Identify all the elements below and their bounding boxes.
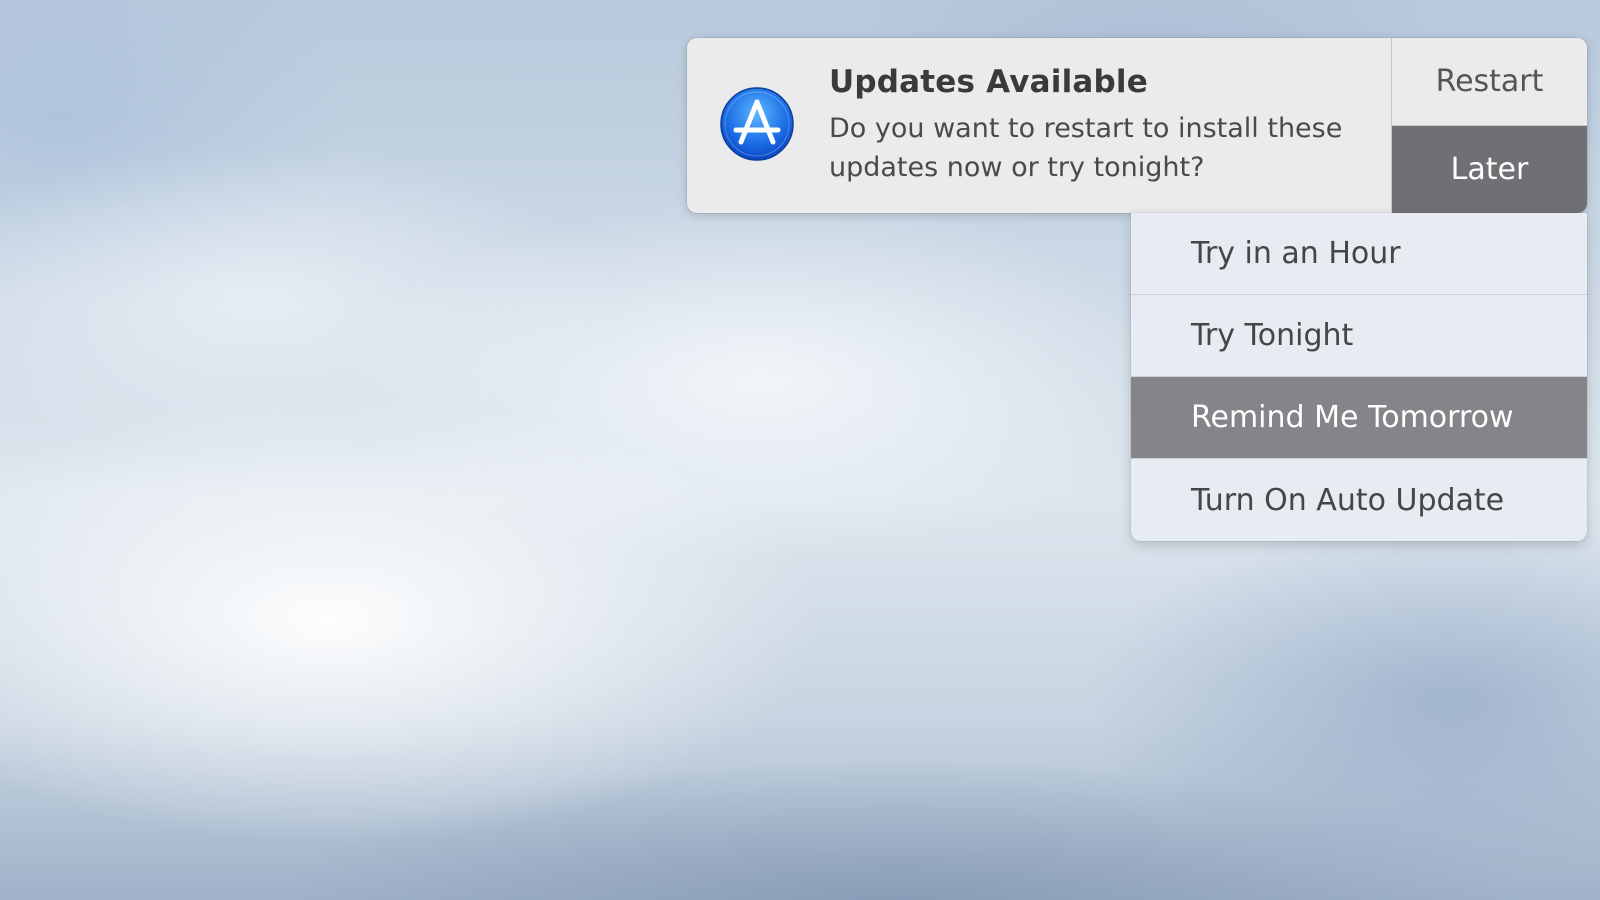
notification-title: Updates Available: [829, 64, 1148, 100]
update-notification[interactable]: Updates Available Do you want to restart…: [687, 38, 1587, 213]
restart-button[interactable]: Restart: [1392, 38, 1587, 126]
notification-body[interactable]: Updates Available Do you want to restart…: [687, 38, 1392, 213]
menu-item-try-in-an-hour[interactable]: Try in an Hour: [1131, 213, 1587, 295]
later-dropdown-menu: Try in an Hour Try Tonight Remind Me Tom…: [1131, 213, 1587, 541]
app-store-icon: [720, 87, 794, 161]
notification-actions: Restart Later: [1391, 38, 1587, 213]
later-button[interactable]: Later: [1392, 126, 1587, 213]
desktop-wallpaper: Updates Available Do you want to restart…: [0, 0, 1600, 900]
menu-item-turn-on-auto-update[interactable]: Turn On Auto Update: [1131, 459, 1587, 541]
menu-item-remind-me-tomorrow[interactable]: Remind Me Tomorrow: [1131, 377, 1587, 459]
notification-message: Do you want to restart to install these …: [829, 113, 1343, 183]
menu-item-try-tonight[interactable]: Try Tonight: [1131, 295, 1587, 377]
